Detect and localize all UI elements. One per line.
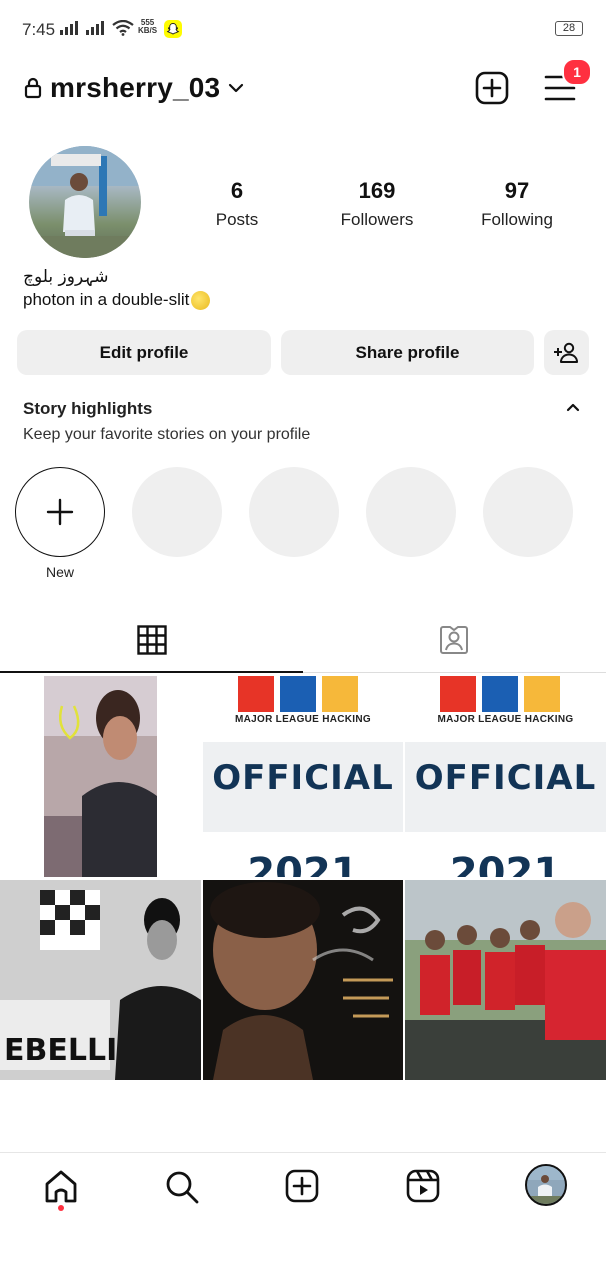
chevron-up-icon <box>566 403 580 412</box>
story-highlights-subtitle: Keep your favorite stories on your profi… <box>23 426 311 443</box>
posts-stat[interactable]: 6 Posts <box>177 178 297 230</box>
signal-icon <box>60 21 78 35</box>
following-count: 97 <box>504 178 530 203</box>
new-post-icon <box>475 71 509 105</box>
post-image <box>405 880 606 1080</box>
post-thumbnail[interactable]: MAJOR LEAGUE HACKING OFFICIAL 2021 <box>405 676 606 877</box>
nav-reels[interactable] <box>405 1168 443 1206</box>
grid-icon <box>137 625 167 655</box>
highlight-placeholder <box>366 467 456 557</box>
new-highlight-label: New <box>45 564 74 580</box>
home-icon <box>45 1170 77 1203</box>
search-icon <box>166 1171 199 1204</box>
create-icon <box>285 1169 319 1203</box>
collapse-highlights-button[interactable] <box>565 400 585 416</box>
status-bar: 7:45 555 KB/S 28 <box>0 0 606 60</box>
signal-icon <box>86 21 104 35</box>
reels-icon <box>406 1169 440 1203</box>
new-post-button[interactable] <box>474 70 510 106</box>
share-profile-button[interactable]: Share profile <box>281 330 534 375</box>
post-thumbnail[interactable] <box>405 880 606 1080</box>
full-name: شہروز بلوچ <box>23 267 109 287</box>
nav-create[interactable] <box>284 1168 322 1206</box>
profile-icon <box>527 1166 565 1204</box>
followers-stat[interactable]: 169 Followers <box>317 178 437 230</box>
nav-search[interactable] <box>163 1168 201 1206</box>
tab-posts-grid[interactable] <box>122 618 182 662</box>
highlight-placeholder <box>483 467 573 557</box>
active-tab-indicator <box>0 671 303 673</box>
mlh-official-text: OFFICIAL <box>414 758 597 798</box>
battery-indicator: 28 <box>555 21 583 36</box>
moon-emoji-icon <box>191 290 211 310</box>
account-switcher[interactable]: mrsherry_03 <box>24 70 244 106</box>
mlh-logo <box>440 676 560 712</box>
mlh-subtitle: MAJOR LEAGUE HACKING <box>234 714 371 725</box>
post-thumbnail[interactable] <box>203 880 403 1080</box>
followers-count: 169 <box>358 178 396 203</box>
discover-people-button[interactable] <box>544 330 589 375</box>
home-notification-dot <box>58 1205 64 1211</box>
post-image: EBELLION <box>0 880 201 1080</box>
mlh-year-text: 2021 <box>449 850 562 877</box>
post-image <box>44 676 157 877</box>
new-highlight-button[interactable] <box>15 467 105 557</box>
nav-home[interactable] <box>42 1168 80 1206</box>
story-highlights-title: Story highlights <box>23 399 153 418</box>
status-time: 7:45 <box>22 20 56 39</box>
wifi-icon <box>112 20 134 36</box>
add-person-icon <box>553 342 578 363</box>
snapchat-icon <box>164 20 182 38</box>
network-speed: 555 KB/S <box>138 18 158 35</box>
mlh-subtitle: MAJOR LEAGUE HACKING <box>437 714 574 725</box>
bio: photon in a double-slit <box>23 290 211 310</box>
mlh-logo <box>238 676 358 712</box>
nav-profile[interactable] <box>525 1164 567 1206</box>
avatar[interactable] <box>29 146 141 258</box>
plus-icon <box>46 498 74 526</box>
lock-icon <box>24 77 42 99</box>
highlight-placeholder <box>132 467 222 557</box>
mlh-year-text: 2021 <box>247 850 359 877</box>
following-label: Following <box>481 210 553 229</box>
mlh-official-text: OFFICIAL <box>212 758 394 798</box>
post-thumbnail[interactable]: EBELLION <box>0 880 201 1080</box>
tab-divider <box>303 672 606 673</box>
posts-count: 6 <box>230 178 244 203</box>
highlight-placeholder <box>249 467 339 557</box>
followers-label: Followers <box>340 210 414 229</box>
posts-label: Posts <box>215 210 259 229</box>
tab-tagged[interactable] <box>424 618 484 662</box>
notification-badge: 1 <box>562 58 592 86</box>
post-thumbnail[interactable]: MAJOR LEAGUE HACKING OFFICIAL 2021 <box>203 676 403 877</box>
tagged-icon <box>440 626 468 654</box>
username: mrsherry_03 <box>50 72 221 103</box>
avatar-photo <box>29 146 141 258</box>
edit-profile-button[interactable]: Edit profile <box>17 330 271 375</box>
post-thumbnail[interactable] <box>0 676 201 877</box>
bio-text: photon in a double-slit <box>23 290 190 309</box>
post-image <box>203 880 403 1080</box>
chevron-down-icon <box>229 83 244 93</box>
following-stat[interactable]: 97 Following <box>457 178 577 230</box>
